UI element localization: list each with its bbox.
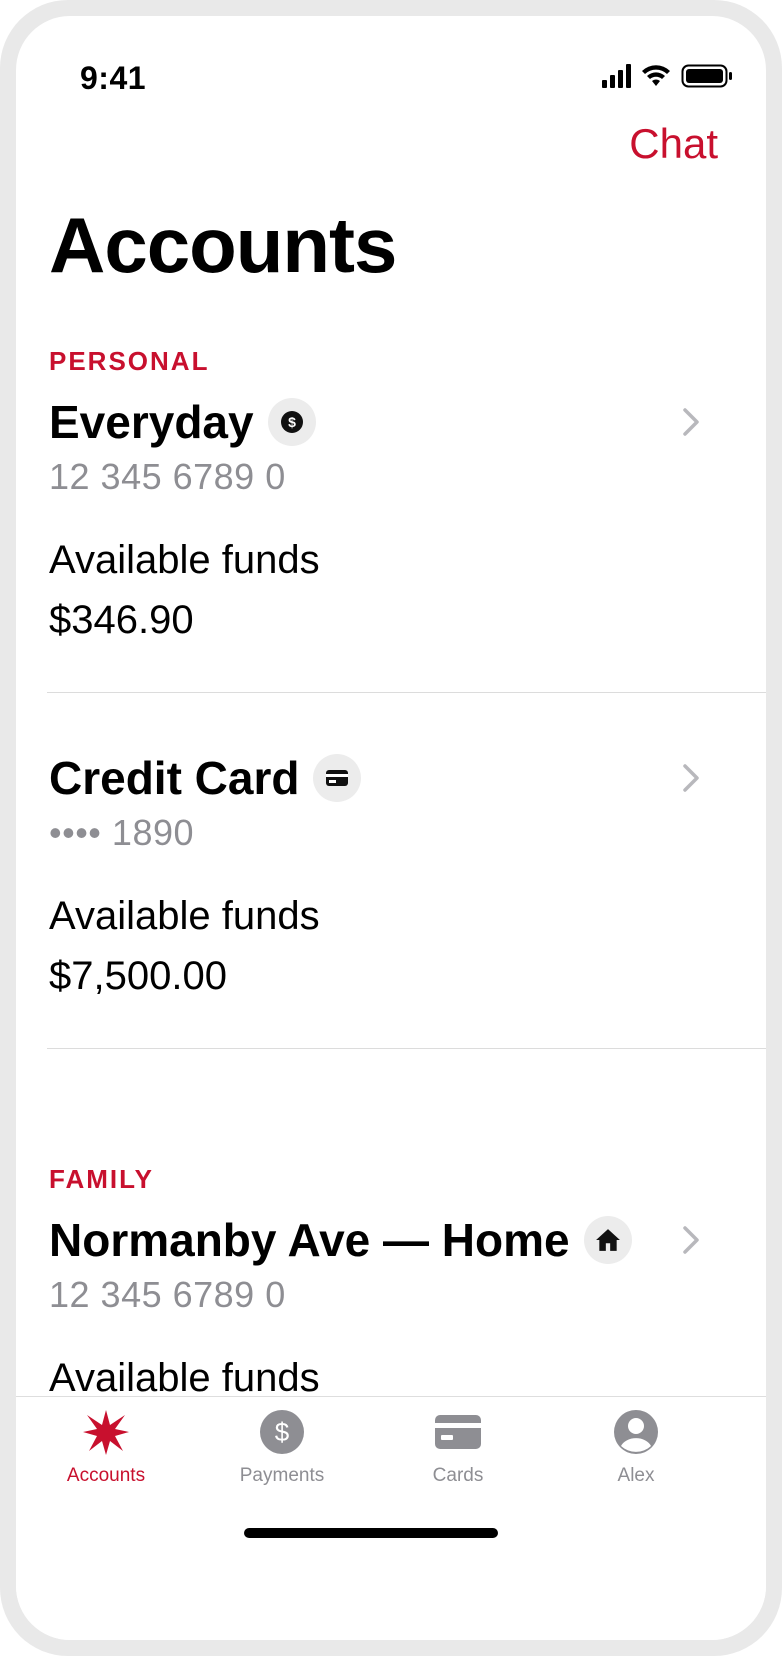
account-name: Normanby Ave — Home — [49, 1214, 570, 1266]
battery-icon — [681, 64, 732, 88]
home-icon — [595, 1229, 620, 1251]
account-name-row: Everyday $ — [49, 392, 316, 452]
card-icon — [326, 770, 349, 786]
wifi-icon — [642, 65, 670, 86]
divider — [47, 1048, 766, 1049]
available-funds-label: Available funds — [49, 1356, 320, 1400]
signal-icon — [602, 64, 631, 88]
section-label-personal: PERSONAL — [49, 346, 210, 376]
divider — [47, 692, 766, 693]
account-name-row: Credit Card — [49, 748, 362, 808]
tab-label: Cards — [432, 1465, 484, 1486]
chat-button[interactable]: Chat — [629, 120, 718, 168]
available-funds-label: Available funds — [49, 538, 320, 582]
account-row-normanby-ave-home[interactable]: Normanby Ave — Home 12 345 6789 0 Availa… — [16, 1210, 766, 1410]
star-logo-icon — [83, 1410, 129, 1455]
tab-bar: Accounts $ Payments Cards Alex — [16, 1396, 766, 1640]
account-type-badge — [583, 1216, 632, 1264]
tab-payments[interactable]: $ Payments — [192, 1407, 372, 1497]
account-type-badge: $ — [267, 398, 316, 446]
available-funds-label: Available funds — [49, 894, 320, 938]
tab-label: Accounts — [66, 1465, 146, 1486]
svg-text:$: $ — [275, 1417, 290, 1447]
account-row-everyday[interactable]: Everyday $ 12 345 6789 0 Available funds… — [16, 392, 766, 710]
chevron-right-icon — [683, 764, 699, 792]
chevron-right-icon — [683, 1226, 699, 1254]
tab-label: Payments — [239, 1465, 325, 1486]
device-frame: 9:41 Chat Accounts PERSONAL Everyday $ 1… — [0, 0, 782, 1656]
available-funds-value: $346.90 — [49, 598, 194, 642]
status-icons — [602, 64, 732, 88]
available-funds-value: $7,500.00 — [49, 954, 227, 998]
card-icon — [435, 1415, 481, 1449]
account-number: •••• 1890 — [49, 812, 195, 853]
dollar-icon: $ — [260, 1410, 304, 1454]
profile-icon — [614, 1410, 658, 1454]
tab-label: Alex — [617, 1465, 655, 1486]
account-row-credit-card[interactable]: Credit Card •••• 1890 Available funds $7… — [16, 748, 766, 1066]
account-number: 12 345 6789 0 — [49, 456, 286, 497]
section-label-family: FAMILY — [49, 1164, 154, 1194]
tab-profile[interactable]: Alex — [546, 1407, 726, 1497]
account-name: Everyday — [49, 396, 254, 448]
account-name: Credit Card — [49, 752, 300, 804]
page-title: Accounts — [49, 201, 397, 289]
dollar-icon: $ — [280, 411, 303, 433]
chevron-right-icon — [683, 408, 699, 436]
tab-accounts[interactable]: Accounts — [16, 1407, 196, 1497]
home-indicator — [244, 1528, 498, 1538]
tab-cards[interactable]: Cards — [368, 1407, 548, 1497]
screen: 9:41 Chat Accounts PERSONAL Everyday $ 1… — [16, 16, 766, 1640]
account-type-badge — [313, 754, 362, 802]
status-time: 9:41 — [80, 60, 147, 96]
account-name-row: Normanby Ave — Home — [49, 1210, 632, 1270]
account-number: 12 345 6789 0 — [49, 1274, 286, 1315]
svg-text:$: $ — [288, 414, 296, 430]
